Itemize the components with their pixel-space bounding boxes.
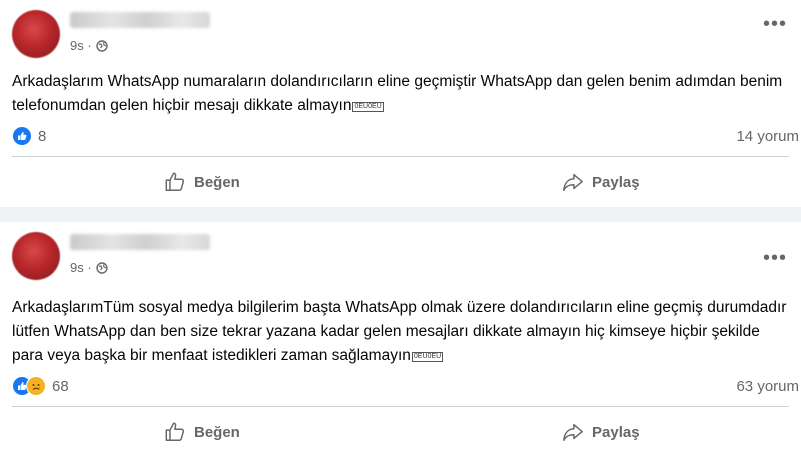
globe-icon: [95, 261, 108, 274]
reaction-count[interactable]: 8: [38, 128, 46, 145]
like-button-label: Beğen: [194, 423, 240, 441]
post-meta: 9s ·: [70, 260, 108, 275]
like-button-label: Beğen: [194, 173, 240, 191]
post-text: ArkadaşlarımTüm sosyal medya bilgilerim …: [12, 296, 793, 368]
avatar[interactable]: [12, 10, 60, 58]
post-text-body: Arkadaşlarım WhatsApp numaraların doland…: [12, 73, 783, 114]
more-horizontal-icon: •••: [762, 13, 787, 35]
more-options-button[interactable]: •••: [763, 248, 787, 268]
post-text: Arkadaşlarım WhatsApp numaraların doland…: [12, 70, 793, 118]
globe-icon: [95, 39, 108, 52]
share-button[interactable]: Paylaş: [562, 171, 640, 193]
post-text-body: ArkadaşlarımTüm sosyal medya bilgilerim …: [12, 299, 787, 364]
emoji-fallback: 0EU0EU: [411, 352, 444, 362]
share-arrow-icon: [563, 423, 583, 441]
share-button-label: Paylaş: [592, 173, 640, 191]
author-name-blurred[interactable]: [70, 234, 210, 250]
post-card: 9s · ••• ArkadaşlarımTüm sosyal medya bi…: [0, 222, 801, 455]
post-card: 9s · ••• Arkadaşlarım WhatsApp numaralar…: [0, 0, 801, 207]
post-time[interactable]: 9s ·: [70, 260, 92, 275]
like-button[interactable]: Beğen: [164, 171, 240, 193]
divider: [12, 406, 789, 407]
thumbs-up-outline-icon: [165, 422, 185, 441]
emoji-fallback: 0EU0EU: [352, 102, 384, 112]
author-name-blurred[interactable]: [70, 12, 210, 28]
reaction-icons: [12, 376, 46, 396]
post-time[interactable]: 9s ·: [70, 38, 92, 53]
reaction-summary[interactable]: 68: [12, 376, 69, 396]
share-button-label: Paylaş: [592, 423, 640, 441]
divider: [12, 156, 789, 157]
more-horizontal-icon: •••: [762, 247, 787, 269]
comment-count[interactable]: 14 yorum: [736, 128, 799, 145]
comment-count[interactable]: 63 yorum: [736, 378, 799, 395]
reaction-count[interactable]: 68: [52, 378, 69, 395]
reaction-summary[interactable]: 8: [12, 126, 46, 146]
sad-reaction-icon: [26, 376, 46, 396]
thumbs-up-outline-icon: [165, 172, 185, 191]
like-reaction-icon: [12, 126, 32, 146]
like-button[interactable]: Beğen: [164, 421, 240, 443]
more-options-button[interactable]: •••: [763, 14, 787, 34]
share-button[interactable]: Paylaş: [562, 421, 640, 443]
post-meta: 9s ·: [70, 38, 108, 53]
avatar[interactable]: [12, 232, 60, 280]
share-arrow-icon: [563, 173, 583, 191]
